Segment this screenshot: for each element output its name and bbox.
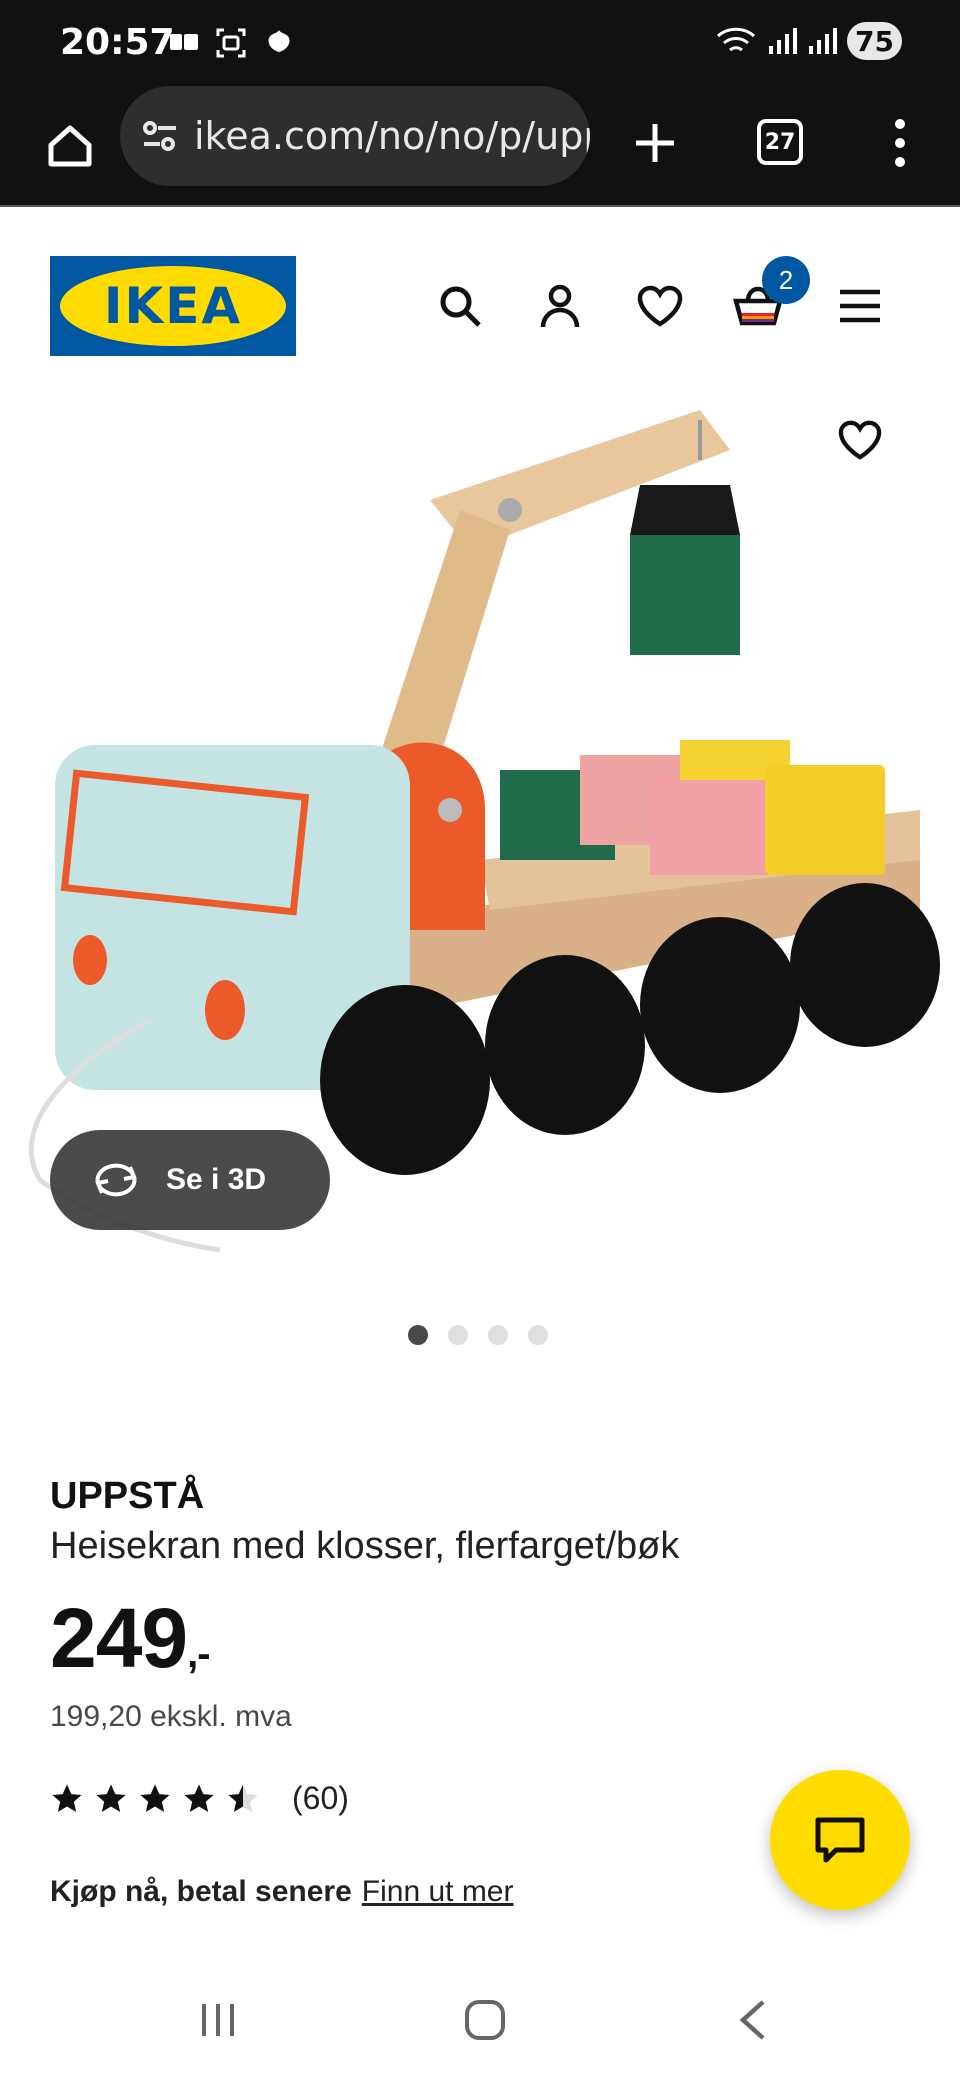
buy-now-pay-later: Kjøp nå, betal senere Finn ut mer xyxy=(50,1875,513,1909)
wishlist-button[interactable] xyxy=(630,276,690,336)
heart-icon xyxy=(838,420,882,460)
user-icon xyxy=(540,284,580,328)
back-icon xyxy=(739,2000,765,2040)
address-bar[interactable]: ikea.com/no/no/p/upp xyxy=(120,86,590,186)
plus-icon xyxy=(636,124,674,162)
rotate-icon xyxy=(95,1163,137,1197)
price-value: 249 xyxy=(50,1591,188,1685)
price-ex-vat: 199,20 ekskl. mva xyxy=(50,1700,292,1733)
search-icon xyxy=(440,286,481,327)
browser-toolbar: ikea.com/no/no/p/upp 27 xyxy=(0,86,960,206)
product-image-gallery[interactable]: Se i 3D xyxy=(0,390,960,1290)
wifi-icon xyxy=(717,27,756,52)
home-button[interactable] xyxy=(32,108,108,184)
system-navigation-bar xyxy=(0,1960,960,2080)
notification-icon xyxy=(170,34,198,50)
gallery-dot[interactable] xyxy=(448,1325,468,1345)
home-nav-icon xyxy=(465,2000,505,2040)
product-rating[interactable]: (60) xyxy=(50,1780,349,1817)
add-to-wishlist-button[interactable] xyxy=(830,410,890,470)
product-brand: UPPSTÅ xyxy=(50,1475,205,1517)
recent-apps-button[interactable] xyxy=(183,1990,253,2050)
status-bar: 20:57 75 xyxy=(0,0,960,86)
half-star-icon xyxy=(228,1783,258,1812)
url-text: ikea.com/no/no/p/upp xyxy=(194,114,590,158)
star-icon xyxy=(140,1783,170,1812)
menu-dot-icon xyxy=(895,138,905,148)
gallery-dot[interactable] xyxy=(528,1325,548,1345)
browser-menu-button[interactable] xyxy=(870,108,930,178)
gallery-dot[interactable] xyxy=(488,1325,508,1345)
bnpl-text: Kjøp nå, betal senere xyxy=(50,1875,352,1908)
heart-icon xyxy=(637,285,683,327)
search-button[interactable] xyxy=(430,276,490,336)
view-3d-button[interactable]: Se i 3D xyxy=(50,1130,330,1230)
signal-icon-2 xyxy=(809,28,838,54)
menu-dot-icon xyxy=(895,119,905,129)
star-icon xyxy=(184,1783,214,1812)
star-icon xyxy=(96,1783,126,1812)
battery-indicator: 75 xyxy=(847,22,902,60)
product-description: Heisekran med klosser, flerfarget/bøk xyxy=(50,1525,680,1567)
product-price: 249,- xyxy=(50,1590,211,1687)
logo-text: IKEA xyxy=(103,277,243,335)
price-suffix: ,- xyxy=(187,1632,210,1676)
menu-dot-icon xyxy=(895,157,905,167)
recent-apps-icon xyxy=(202,2004,234,2036)
account-button[interactable] xyxy=(530,276,590,336)
view-3d-label: Se i 3D xyxy=(166,1163,267,1196)
new-tab-button[interactable] xyxy=(620,108,690,178)
app-notification-icon xyxy=(268,30,290,52)
tab-count: 27 xyxy=(757,119,803,165)
chat-button[interactable] xyxy=(770,1770,910,1910)
status-icons-right: 75 xyxy=(715,22,902,60)
gallery-dot[interactable] xyxy=(408,1325,428,1345)
site-settings-icon[interactable] xyxy=(140,112,180,160)
cart-count-badge: 2 xyxy=(762,256,810,304)
home-icon xyxy=(48,125,92,167)
chat-icon xyxy=(815,1817,865,1863)
gallery-pagination xyxy=(408,1325,548,1345)
star-icon xyxy=(52,1783,82,1812)
bnpl-learn-more-link[interactable]: Finn ut mer xyxy=(362,1875,514,1909)
home-nav-button[interactable] xyxy=(450,1990,520,2050)
tab-switcher-button[interactable]: 27 xyxy=(750,112,810,172)
status-time: 20:57 xyxy=(60,22,175,63)
review-count: (60) xyxy=(292,1780,349,1816)
toolbar-divider xyxy=(0,205,960,207)
main-menu-button[interactable] xyxy=(830,276,890,336)
back-button[interactable] xyxy=(718,1990,788,2050)
status-icons-left xyxy=(168,26,296,60)
rating-stars xyxy=(50,1783,260,1815)
ikea-logo[interactable]: IKEA xyxy=(50,256,296,356)
screenshot-icon xyxy=(216,28,246,58)
hamburger-menu-icon xyxy=(840,289,880,323)
signal-icon xyxy=(769,28,798,54)
